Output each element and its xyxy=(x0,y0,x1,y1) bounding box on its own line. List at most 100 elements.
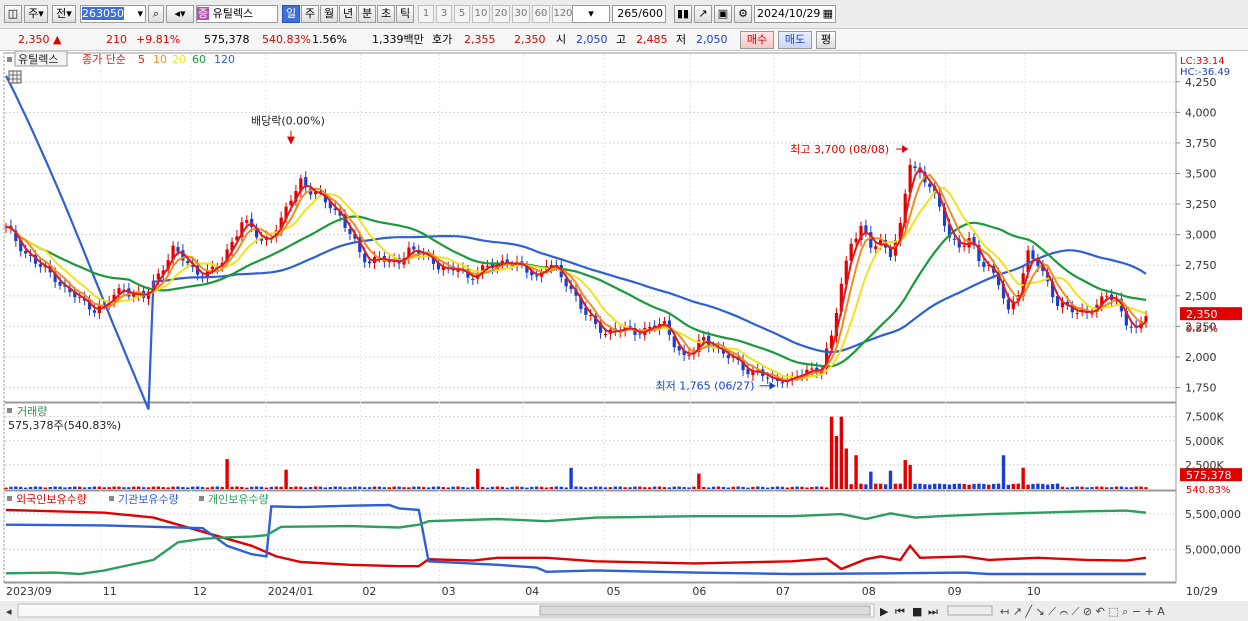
quote-bar: 2,350 ▲ 210 +9.81% 575,378 540.83% 1.56%… xyxy=(0,29,1248,51)
scroll-left-icon[interactable]: ◂ xyxy=(6,605,12,618)
period-button[interactable]: 일 xyxy=(282,5,300,23)
stock-name: 유틸렉스 xyxy=(212,7,254,20)
volume-bar xyxy=(628,487,632,489)
chart-type-label: 주 xyxy=(28,7,39,20)
search-icon[interactable]: ⌕ xyxy=(148,5,164,23)
volume-bar xyxy=(554,486,559,489)
volume-bar xyxy=(878,483,883,489)
interval-button[interactable]: 3 xyxy=(436,5,452,23)
sell-button[interactable]: 매도 xyxy=(778,31,812,49)
volume-bar xyxy=(618,486,622,489)
last-price-label: 2,350 xyxy=(1186,308,1218,321)
volume-bar xyxy=(913,483,917,489)
y-tick-label: 1,750 xyxy=(1185,382,1217,395)
draw-icon[interactable]: ↗ xyxy=(694,5,712,23)
period-button[interactable]: 초 xyxy=(377,5,395,23)
prev-select[interactable]: 전▾ xyxy=(52,5,76,23)
volume-bar xyxy=(1041,483,1045,489)
chart-icon[interactable]: ◫ xyxy=(4,5,22,23)
period-button[interactable]: 년 xyxy=(339,5,357,23)
stop-icon[interactable]: ■ xyxy=(912,605,922,618)
calendar-icon[interactable]: ▦ xyxy=(823,6,833,22)
volume-bar xyxy=(92,486,97,489)
volume-bar xyxy=(692,486,696,489)
interval-button[interactable]: 60 xyxy=(532,5,550,23)
x-tick-label: 05 xyxy=(607,585,621,598)
volume-bar xyxy=(97,486,102,489)
volume-bar xyxy=(235,486,239,489)
stock-badge: 증 xyxy=(197,7,210,20)
range-select[interactable]: ▾ xyxy=(572,5,610,23)
interval-button[interactable]: 10 xyxy=(472,5,490,23)
forward-icon[interactable]: ⏭ xyxy=(928,605,938,618)
period-button[interactable]: 월 xyxy=(320,5,338,23)
volume-bar xyxy=(1134,486,1138,489)
volume-bar xyxy=(397,486,401,489)
rewind-icon[interactable]: ⏮ xyxy=(895,605,905,618)
period-button[interactable]: 틱 xyxy=(396,5,414,23)
avg-button[interactable]: 평 xyxy=(816,31,836,49)
volume-bar xyxy=(549,486,554,489)
volume-bar xyxy=(702,486,706,489)
volume-bar xyxy=(530,486,534,489)
legend-period-5: 5 xyxy=(138,53,145,66)
count-input[interactable]: 265/600 xyxy=(612,5,666,23)
chart-type-select[interactable]: 주▾ xyxy=(24,5,48,23)
x-tick-label: 06 xyxy=(692,585,706,598)
volume-bar xyxy=(775,486,780,489)
interval-button[interactable]: 5 xyxy=(454,5,470,23)
change-pct: +9.81% xyxy=(136,33,181,46)
interval-button[interactable]: 1 xyxy=(418,5,434,23)
volume-bar xyxy=(353,486,357,489)
gear-icon[interactable]: ⚙ xyxy=(734,5,752,23)
interval-button[interactable]: 20 xyxy=(492,5,510,23)
volume-bar xyxy=(898,483,903,489)
volume-bar xyxy=(254,486,259,489)
volume-bar xyxy=(706,487,711,489)
date-input[interactable]: 2024/10/29 ▦ xyxy=(754,5,836,23)
scroll-right-icon[interactable]: ▶ xyxy=(880,605,889,618)
scroll-thumb[interactable] xyxy=(539,605,871,616)
volume-bar xyxy=(1046,484,1050,489)
volume-bar xyxy=(38,486,43,489)
volume-bar xyxy=(48,486,52,489)
buy-button[interactable]: 매수 xyxy=(740,31,774,49)
volume-bar xyxy=(68,487,72,489)
volume-bar xyxy=(343,487,347,489)
volume-bar xyxy=(589,487,593,489)
zoom-tools[interactable]: ↤ ↗ ╱ ↘ ⟋ ⌒ ⟋ ⊘ ↶ ⬚ ⌕ − + A xyxy=(1000,604,1165,618)
candle xyxy=(766,377,770,379)
interval-button[interactable]: 30 xyxy=(512,5,530,23)
chevron-down-icon[interactable]: ▾ xyxy=(137,6,143,22)
volume-bar xyxy=(711,486,716,489)
candle xyxy=(471,279,475,281)
stock-code-input[interactable]: 263050 ▾ xyxy=(80,5,146,23)
volume-bar xyxy=(215,486,219,489)
holdings-legend-1: 기관보유수량 xyxy=(118,493,179,506)
candle xyxy=(662,321,667,324)
interval-button[interactable]: 120 xyxy=(552,5,574,23)
volume-bar xyxy=(928,484,932,489)
period-button[interactable]: 주 xyxy=(301,5,319,23)
volume-bar xyxy=(328,487,333,489)
volume-bar xyxy=(652,486,657,489)
volume-bar xyxy=(937,483,942,489)
volume-bar xyxy=(480,486,485,489)
period-button[interactable]: 분 xyxy=(358,5,376,23)
volume-bar xyxy=(407,487,411,489)
volume-bar xyxy=(1031,484,1035,489)
hoga-label: 호가 xyxy=(432,33,453,46)
volume: 575,378 xyxy=(204,33,250,46)
candle-icon[interactable]: ▮▮ xyxy=(674,5,692,23)
volume-bar xyxy=(942,484,947,489)
volume-info: 575,378주(540.83%) xyxy=(8,419,121,432)
open: 2,050 xyxy=(576,33,608,46)
volume-bar xyxy=(186,487,190,489)
stock-name-field[interactable]: 증 유틸렉스 xyxy=(196,5,278,23)
volume-bar xyxy=(461,486,465,489)
speaker-icon[interactable]: ◂▾ xyxy=(166,5,194,23)
stock-chart[interactable]: 배당락(0.00%) 최고 3,700 (08/08) 최저 1,765 (06/2… xyxy=(0,51,1248,621)
volume-bar xyxy=(923,484,927,489)
count-max: /600 xyxy=(638,7,663,20)
save-icon[interactable]: ▣ xyxy=(714,5,732,23)
